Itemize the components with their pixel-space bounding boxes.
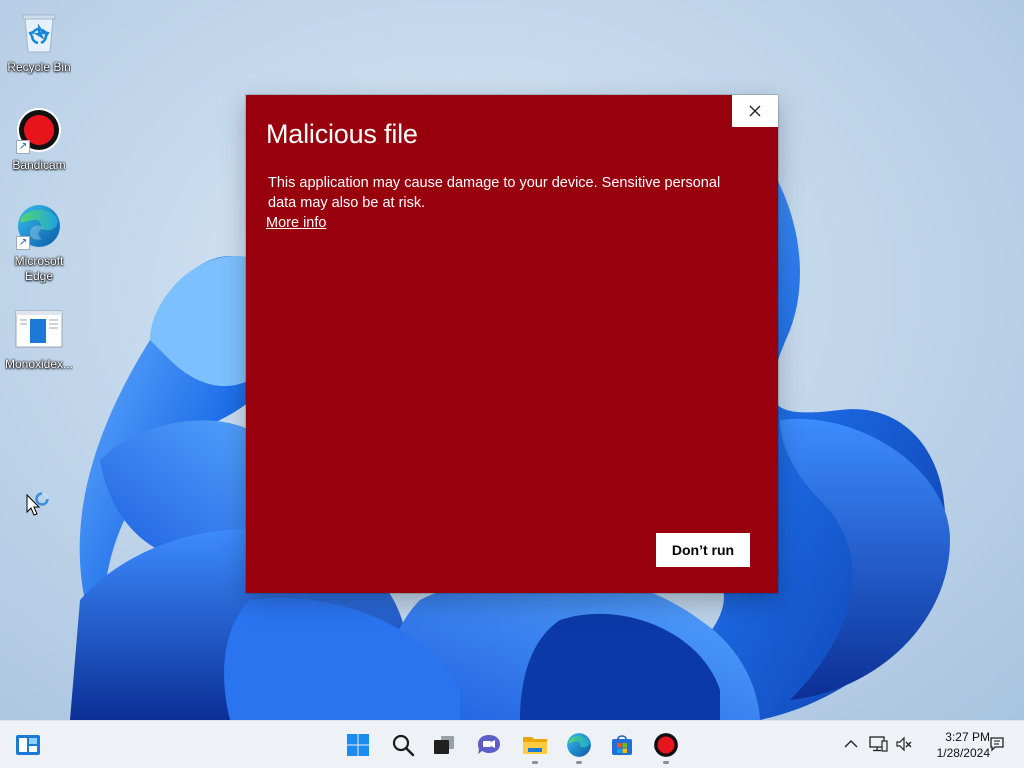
taskbar-clock[interactable]: 3:27 PM 1/28/2024 (918, 729, 990, 761)
widgets-button[interactable] (8, 725, 48, 765)
desktop-icon-monoxidex[interactable]: Monoxidex... (1, 305, 77, 372)
close-icon (749, 105, 761, 117)
bandicam-icon (654, 733, 678, 757)
malicious-file-dialog: Malicious file This application may caus… (246, 95, 778, 593)
widgets-icon (16, 735, 40, 755)
shortcut-arrow-icon: ↗ (16, 140, 30, 154)
start-button[interactable] (338, 725, 378, 765)
shortcut-arrow-icon: ↗ (16, 236, 30, 250)
desktop-icon-label: Bandicam (12, 158, 66, 172)
desktop-icon-recycle-bin[interactable]: Recycle Bin (1, 8, 77, 75)
edge-icon: ↗ (15, 202, 63, 250)
chevron-up-icon (844, 740, 858, 748)
search-icon (392, 734, 415, 757)
running-indicator (663, 761, 669, 764)
task-view-icon (434, 736, 454, 754)
clock-date: 1/28/2024 (936, 746, 990, 760)
chat-button[interactable] (469, 725, 509, 765)
file-explorer-button[interactable] (515, 725, 555, 765)
bandicam-icon: ↗ (15, 106, 63, 154)
taskbar: 3:27 PM 1/28/2024 (0, 720, 1024, 768)
desktop-icon-edge[interactable]: ↗ Microsoft Edge (1, 202, 77, 284)
show-hidden-icons-button[interactable] (840, 733, 862, 755)
windows-start-icon (347, 734, 369, 756)
running-indicator (576, 761, 582, 764)
desktop-icon-label: Monoxidex... (4, 357, 74, 371)
network-icon (869, 736, 888, 752)
busy-cursor-icon (26, 492, 49, 516)
store-button[interactable] (602, 725, 642, 765)
notification-icon (990, 737, 1004, 752)
dialog-close-button[interactable] (732, 95, 778, 127)
folder-icon (523, 737, 547, 754)
desktop-icon-label: Recycle Bin (7, 60, 71, 74)
desktop-icon-label: Microsoft Edge (14, 254, 64, 283)
running-indicator (532, 761, 538, 764)
dont-run-button[interactable]: Don’t run (656, 533, 750, 567)
notification-center-button[interactable] (986, 733, 1008, 755)
more-info-link[interactable]: More info (266, 215, 326, 231)
search-button[interactable] (383, 725, 423, 765)
clock-time: 3:27 PM (945, 730, 990, 744)
network-button[interactable] (867, 733, 889, 755)
bandicam-button[interactable] (646, 725, 686, 765)
dialog-message: This application may cause damage to you… (268, 175, 721, 211)
dialog-title: Malicious file (266, 119, 418, 149)
volume-button[interactable] (893, 733, 915, 755)
document-icon (15, 305, 63, 353)
volume-muted-icon (896, 736, 912, 752)
task-view-button[interactable] (424, 725, 464, 765)
edge-button[interactable] (559, 725, 599, 765)
recycle-bin-icon (15, 8, 63, 56)
store-icon (612, 735, 632, 755)
edge-icon (567, 733, 591, 757)
desktop-icon-bandicam[interactable]: ↗ Bandicam (1, 106, 77, 173)
chat-icon (478, 735, 500, 754)
